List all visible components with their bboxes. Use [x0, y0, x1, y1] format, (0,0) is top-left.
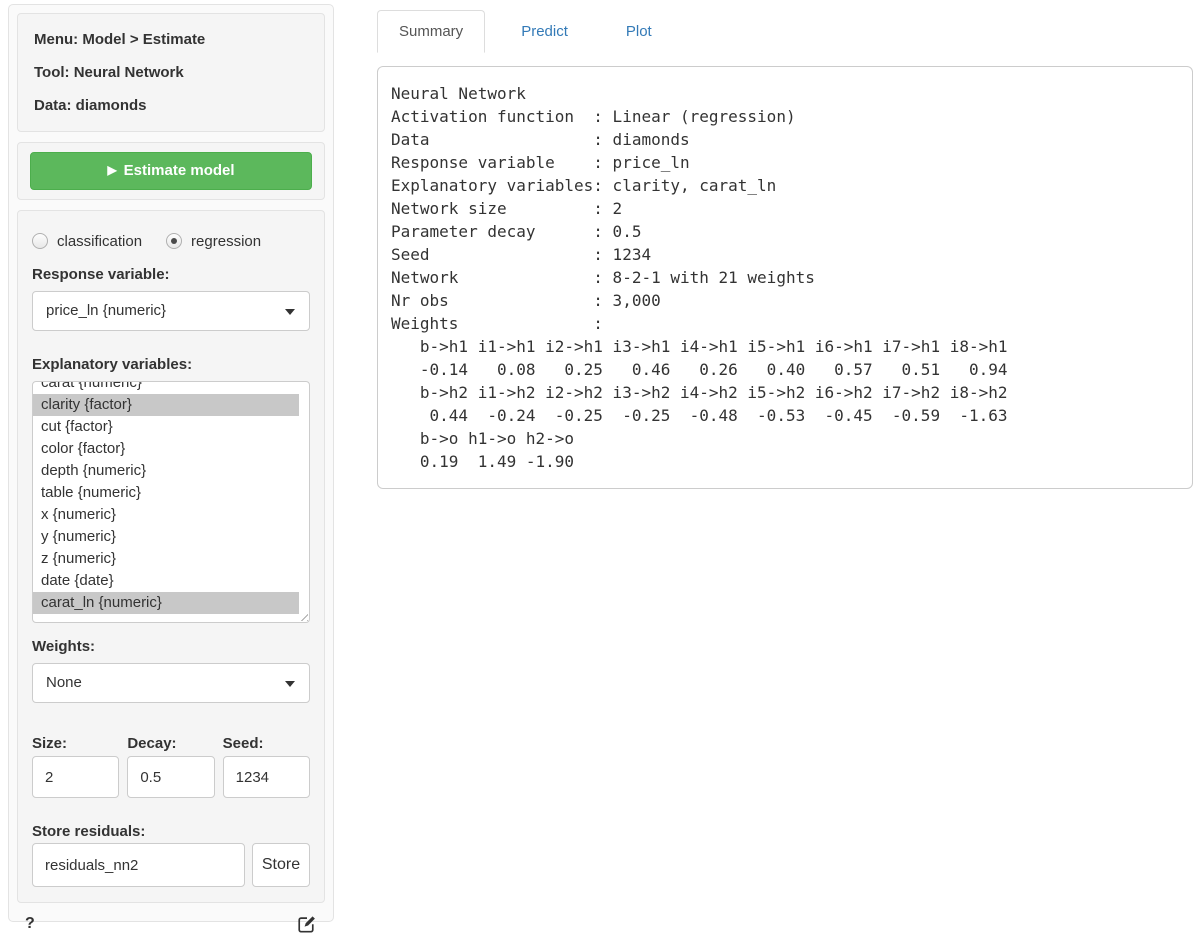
size-label: Size: — [32, 734, 119, 753]
estimate-model-button[interactable]: ▶ Estimate model — [30, 152, 312, 190]
store-row: Store — [32, 843, 310, 887]
summary-panel: Neural Network Activation function : Lin… — [377, 66, 1193, 489]
estimate-panel: ▶ Estimate model — [17, 142, 325, 200]
edit-icon[interactable] — [297, 914, 317, 934]
play-icon: ▶ — [107, 163, 116, 177]
response-variable-select[interactable]: price_ln {numeric} — [32, 291, 310, 331]
decay-label: Decay: — [127, 734, 214, 753]
sidebar-footer: ? — [17, 913, 325, 935]
help-icon[interactable]: ? — [25, 915, 35, 933]
weights-label: Weights: — [32, 637, 310, 656]
response-variable-value: price_ln {numeric} — [46, 302, 166, 319]
store-button[interactable]: Store — [252, 843, 310, 887]
list-item[interactable]: z {numeric} — [33, 548, 299, 570]
list-item[interactable]: color {factor} — [33, 438, 299, 460]
radio-icon[interactable] — [166, 233, 182, 249]
seed-label: Seed: — [223, 734, 310, 753]
store-residuals-input[interactable] — [32, 843, 245, 887]
explanatory-variables-label: Explanatory variables: — [32, 355, 310, 374]
context-panel: Menu: Model > Estimate Tool: Neural Netw… — [17, 13, 325, 132]
main-content: Summary Predict Plot Neural Network Activa… — [377, 10, 1193, 489]
radio-label: classification — [57, 233, 142, 250]
model-form-panel: classification regression Response variab… — [17, 210, 325, 903]
nn-parameters-row: Size: Decay: Seed: — [32, 734, 310, 798]
radio-label: regression — [191, 233, 261, 250]
seed-input[interactable] — [223, 756, 310, 798]
radio-option-classification[interactable]: classification — [32, 233, 142, 250]
list-item[interactable]: clarity {factor} — [33, 394, 299, 416]
list-item[interactable]: cut {factor} — [33, 416, 299, 438]
radio-option-regression[interactable]: regression — [166, 233, 261, 250]
explanatory-listbox[interactable]: carat {numeric}clarity {factor}cut {fact… — [32, 381, 310, 623]
list-item[interactable]: carat_ln {numeric} — [33, 592, 299, 614]
list-item[interactable]: depth {numeric} — [33, 460, 299, 482]
context-tool: Tool: Neural Network — [34, 63, 308, 82]
store-residuals-label: Store residuals: — [32, 822, 310, 841]
decay-input[interactable] — [127, 756, 214, 798]
weights-select[interactable]: None — [32, 663, 310, 703]
tab-summary[interactable]: Summary — [377, 10, 485, 53]
chevron-down-icon — [285, 681, 295, 687]
model-type-radio-group: classification regression — [32, 231, 310, 251]
list-item[interactable]: carat {numeric} — [33, 381, 299, 394]
tab-plot[interactable]: Plot — [604, 10, 674, 53]
context-menu: Menu: Model > Estimate — [34, 30, 308, 49]
list-item[interactable]: x {numeric} — [33, 504, 299, 526]
sidebar: Menu: Model > Estimate Tool: Neural Netw… — [8, 4, 334, 922]
chevron-down-icon — [285, 309, 295, 315]
list-item[interactable]: y {numeric} — [33, 526, 299, 548]
tab-predict[interactable]: Predict — [499, 10, 590, 53]
radio-icon[interactable] — [32, 233, 48, 249]
response-variable-label: Response variable: — [32, 265, 310, 284]
estimate-model-label: Estimate model — [124, 162, 235, 179]
weights-value: None — [46, 674, 82, 691]
explanatory-listbox-inner: carat {numeric}clarity {factor}cut {fact… — [33, 381, 309, 614]
summary-output: Neural Network Activation function : Lin… — [391, 82, 1179, 473]
tab-bar: Summary Predict Plot — [377, 10, 1193, 53]
size-input[interactable] — [32, 756, 119, 798]
context-data: Data: diamonds — [34, 96, 308, 115]
list-item[interactable]: table {numeric} — [33, 482, 299, 504]
list-item[interactable]: date {date} — [33, 570, 299, 592]
